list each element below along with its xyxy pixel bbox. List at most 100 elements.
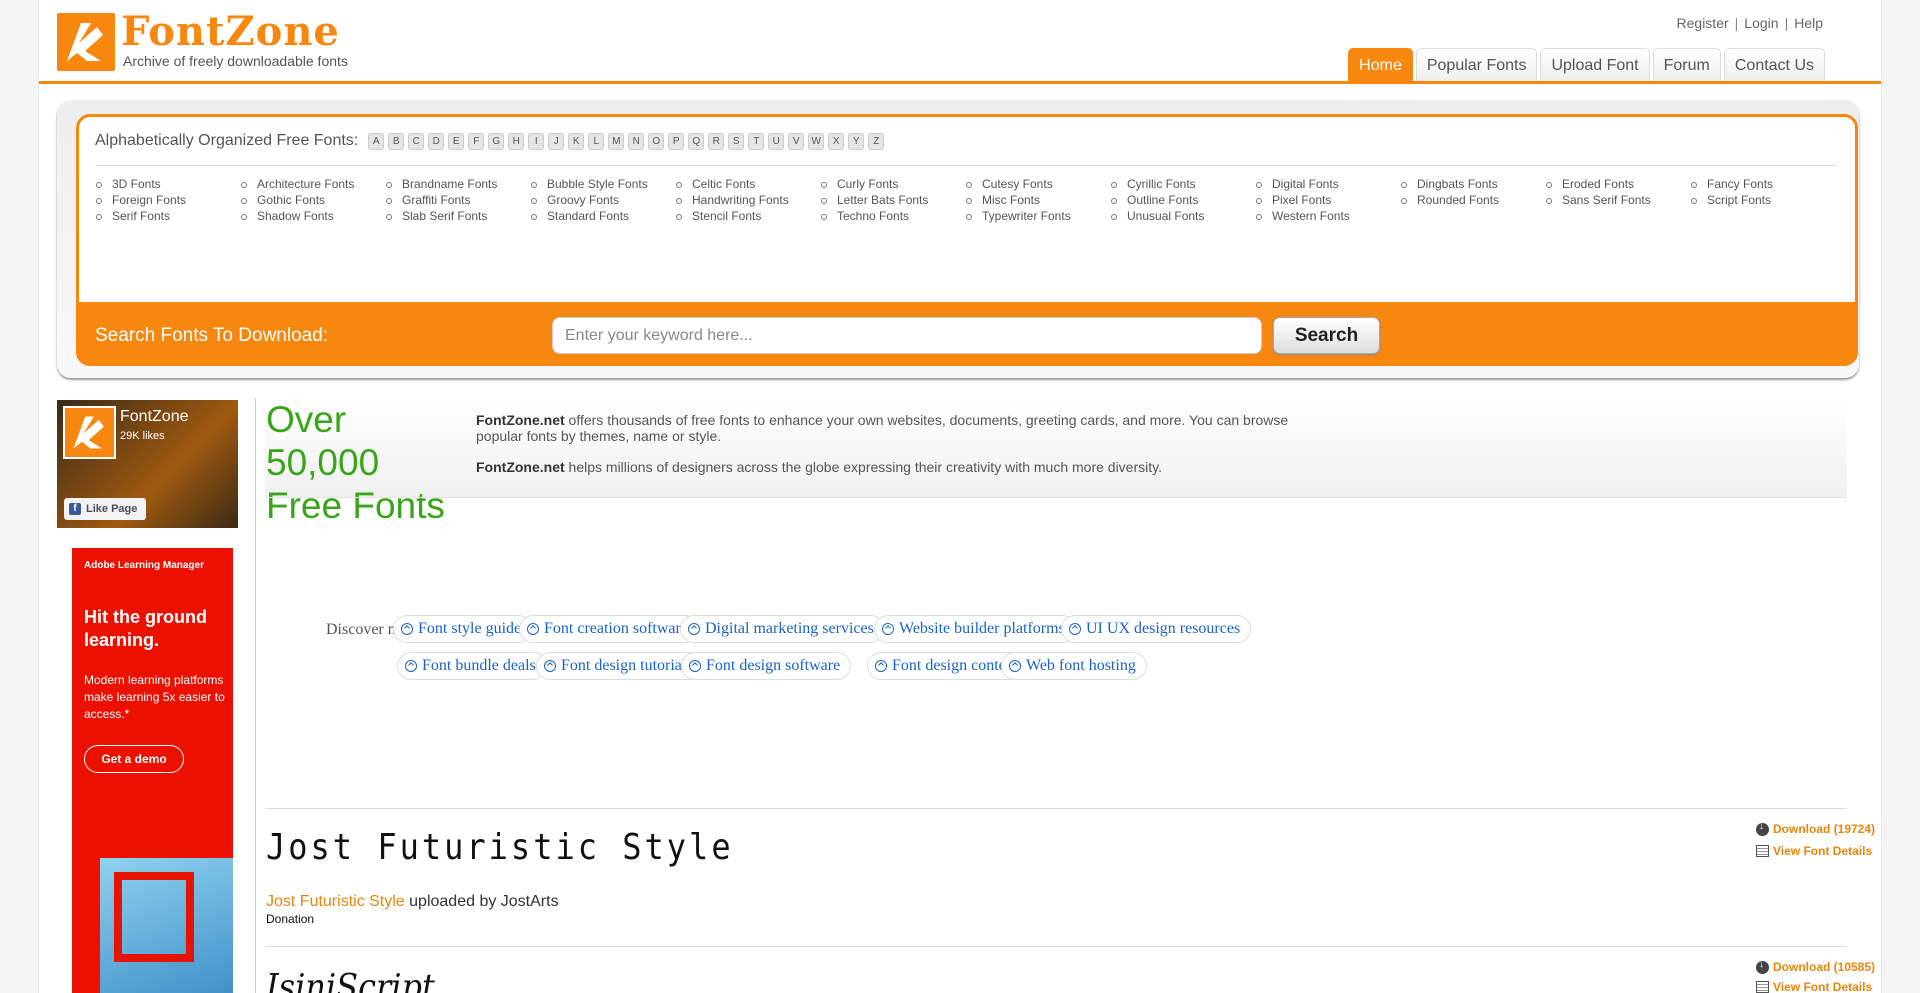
nav-tab-forum[interactable]: Forum	[1652, 48, 1721, 81]
nav-tab-upload-font[interactable]: Upload Font	[1540, 48, 1650, 81]
font-preview[interactable]: IsiniScript	[266, 966, 435, 993]
letter-w[interactable]: W	[808, 133, 825, 150]
category-link[interactable]: Script Fonts	[1690, 192, 1835, 208]
category-link[interactable]: Cutesy Fonts	[965, 176, 1110, 192]
category-link[interactable]: Digital Fonts	[1255, 176, 1400, 192]
login-link[interactable]: Login	[1744, 15, 1778, 31]
discover-chip[interactable]: Font design tutorials	[536, 652, 704, 680]
category-link[interactable]: Western Fonts	[1255, 208, 1400, 224]
letter-z[interactable]: Z	[868, 133, 885, 150]
letter-m[interactable]: M	[608, 133, 625, 150]
facebook-widget[interactable]: FontZone 29K likes f Like Page	[57, 400, 238, 528]
category-link[interactable]: Shadow Fonts	[240, 208, 385, 224]
nav-tab-popular-fonts[interactable]: Popular Fonts	[1415, 48, 1538, 81]
category-link[interactable]: Graffiti Fonts	[385, 192, 530, 208]
letter-n[interactable]: N	[628, 133, 645, 150]
letter-g[interactable]: G	[488, 133, 505, 150]
letter-x[interactable]: X	[828, 133, 845, 150]
category-link[interactable]: Stencil Fonts	[675, 208, 820, 224]
letter-a[interactable]: A	[368, 133, 385, 150]
download-link[interactable]: Download (19724)	[1756, 821, 1876, 836]
category-link[interactable]: Standard Fonts	[530, 208, 675, 224]
letter-i[interactable]: I	[528, 133, 545, 150]
category-link[interactable]: Bubble Style Fonts	[530, 176, 675, 192]
category-link[interactable]: Eroded Fonts	[1545, 176, 1690, 192]
ad-cta-button[interactable]: Get a demo	[84, 745, 184, 773]
category-link[interactable]: Brandname Fonts	[385, 176, 530, 192]
category-link[interactable]: Sans Serif Fonts	[1545, 192, 1690, 208]
category-link[interactable]: Foreign Fonts	[95, 192, 240, 208]
alphabet-row: Alphabetically Organized Free Fonts: ABC…	[95, 131, 888, 150]
discover-chip[interactable]: Font creation software	[519, 615, 699, 643]
main-nav: Home Popular Fonts Upload Font Forum Con…	[1348, 48, 1825, 81]
fontzone-logo-icon[interactable]	[57, 13, 115, 71]
nav-tab-home[interactable]: Home	[1348, 48, 1413, 81]
category-link[interactable]: Outline Fonts	[1110, 192, 1255, 208]
discover-chip[interactable]: Font style guide	[393, 615, 533, 643]
category-link[interactable]: Letter Bats Fonts	[820, 192, 965, 208]
view-details-link[interactable]: View Font Details	[1756, 980, 1872, 993]
category-link[interactable]: 3D Fonts	[95, 176, 240, 192]
category-link[interactable]: Rounded Fonts	[1400, 192, 1545, 208]
letter-y[interactable]: Y	[848, 133, 865, 150]
category-link[interactable]: Celtic Fonts	[675, 176, 820, 192]
letter-l[interactable]: L	[588, 133, 605, 150]
letter-h[interactable]: H	[508, 133, 525, 150]
details-icon	[1756, 845, 1769, 857]
category-link[interactable]: Curly Fonts	[820, 176, 965, 192]
category-link[interactable]: Dingbats Fonts	[1400, 176, 1545, 192]
letter-o[interactable]: O	[648, 133, 665, 150]
letter-p[interactable]: P	[668, 133, 685, 150]
category-link[interactable]: Cyrillic Fonts	[1110, 176, 1255, 192]
download-link[interactable]: Download (10585)	[1756, 959, 1875, 974]
discover-chip[interactable]: Font design software	[681, 652, 852, 680]
register-link[interactable]: Register	[1677, 15, 1729, 31]
category-link[interactable]: Architecture Fonts	[240, 176, 385, 192]
letter-b[interactable]: B	[388, 133, 405, 150]
font-preview[interactable]: Jost Futuristic Style	[266, 826, 734, 868]
letter-t[interactable]: T	[748, 133, 765, 150]
details-label: View Font Details	[1773, 980, 1873, 993]
letter-u[interactable]: U	[768, 133, 785, 150]
category-link[interactable]: Techno Fonts	[820, 208, 965, 224]
letter-f[interactable]: F	[468, 133, 485, 150]
discover-chip[interactable]: Digital marketing services	[680, 615, 885, 643]
facebook-like-label: Like Page	[86, 503, 138, 515]
discover-chip[interactable]: UI UX design resources	[1061, 615, 1252, 643]
category-link[interactable]: Handwriting Fonts	[675, 192, 820, 208]
letter-e[interactable]: E	[448, 133, 465, 150]
help-link[interactable]: Help	[1794, 15, 1823, 31]
discover-chip[interactable]: Font bundle deals	[397, 652, 547, 680]
letter-c[interactable]: C	[408, 133, 425, 150]
category-link[interactable]: Slab Serif Fonts	[385, 208, 530, 224]
search-button[interactable]: Search	[1273, 317, 1380, 354]
search-label: Search Fonts To Download:	[95, 325, 329, 346]
letter-s[interactable]: S	[728, 133, 745, 150]
nav-tab-contact-us[interactable]: Contact Us	[1723, 48, 1825, 81]
letter-j[interactable]: J	[548, 133, 565, 150]
letter-r[interactable]: R	[708, 133, 725, 150]
category-link[interactable]: Groovy Fonts	[530, 192, 675, 208]
letter-q[interactable]: Q	[688, 133, 705, 150]
search-input[interactable]	[552, 317, 1262, 354]
category-link[interactable]: Serif Fonts	[95, 208, 240, 224]
letter-k[interactable]: K	[568, 133, 585, 150]
font-name-link[interactable]: Jost Futuristic Style	[266, 893, 405, 910]
discover-chip[interactable]: Website builder platforms	[874, 615, 1076, 643]
site-logo-title[interactable]: FontZone	[121, 8, 340, 55]
category-link[interactable]: Fancy Fonts	[1690, 176, 1835, 192]
advertisement[interactable]: Adobe Learning Manager Hit the ground le…	[72, 548, 233, 993]
category-link[interactable]: Typewriter Fonts	[965, 208, 1110, 224]
letter-d[interactable]: D	[428, 133, 445, 150]
download-label: Download (19724)	[1773, 822, 1876, 836]
letter-v[interactable]: V	[788, 133, 805, 150]
category-link[interactable]: Pixel Fonts	[1255, 192, 1400, 208]
category-link[interactable]: Unusual Fonts	[1110, 208, 1255, 224]
category-link[interactable]: Gothic Fonts	[240, 192, 385, 208]
facebook-page-name[interactable]: FontZone	[120, 408, 188, 426]
discover-chip[interactable]: Web font hosting	[1001, 652, 1147, 680]
facebook-like-button[interactable]: f Like Page	[64, 498, 146, 520]
category-link[interactable]: Misc Fonts	[965, 192, 1110, 208]
separator: |	[1784, 15, 1789, 31]
view-details-link[interactable]: View Font Details	[1756, 844, 1872, 858]
